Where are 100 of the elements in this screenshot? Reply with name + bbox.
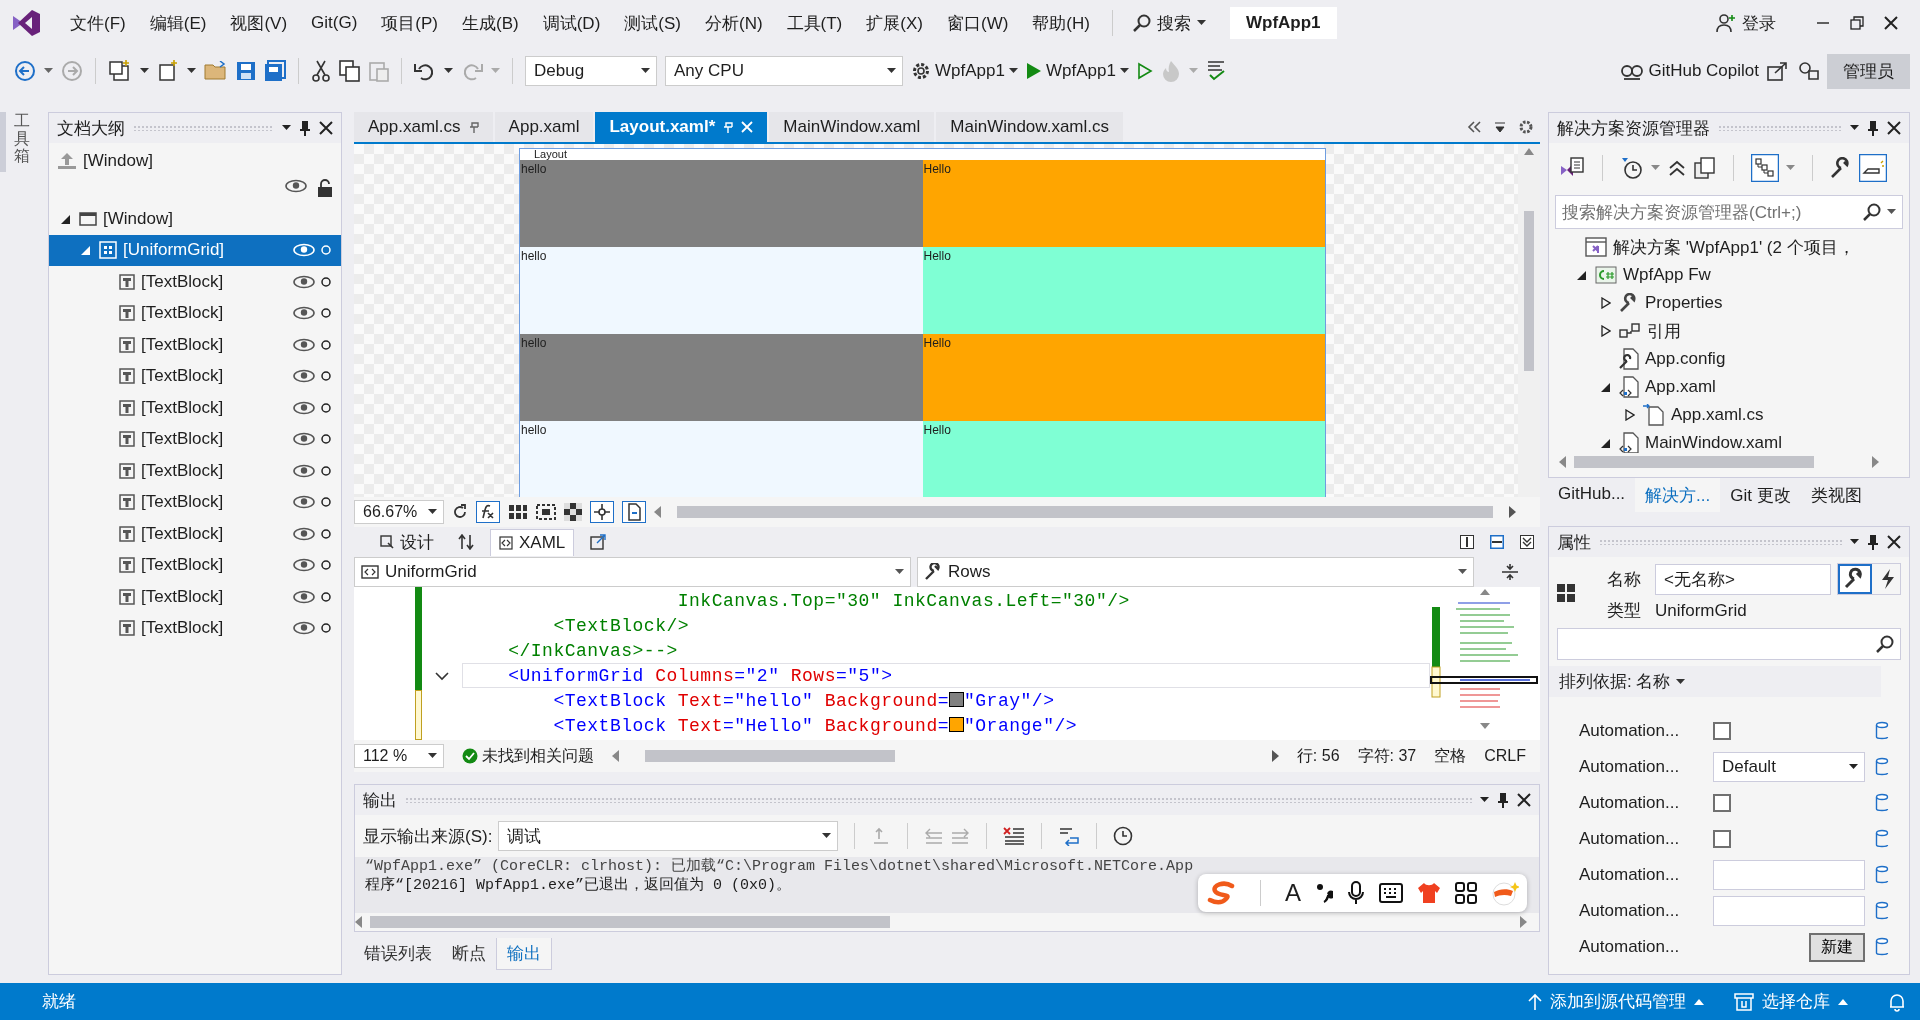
output-source-dropdown[interactable]: 调试 [498,821,839,851]
checkbox[interactable] [1713,794,1731,812]
eye-icon[interactable] [293,274,315,289]
lock-icon[interactable] [317,179,333,197]
outline-item[interactable]: [TextBlock] [49,297,341,329]
eye-icon[interactable] [293,589,315,604]
panel-tab[interactable]: GitHub... [1548,478,1636,512]
apps-grid-icon[interactable] [1455,882,1477,904]
caret-icon[interactable] [887,68,896,74]
caret-icon[interactable] [282,125,291,131]
save-icon[interactable] [236,61,256,81]
settings-icon[interactable] [1518,119,1534,135]
scroll-thumb[interactable] [1574,456,1814,468]
panel-tab[interactable]: 错误列表 [354,938,442,970]
lock-toggle-icon[interactable] [321,465,331,476]
swap-panes-icon[interactable] [458,534,474,550]
database-icon[interactable] [1875,901,1889,921]
collapsed-arrow-icon[interactable] [1601,297,1611,309]
value-field[interactable] [1713,860,1865,890]
menu-item[interactable]: 测试(S) [612,7,693,39]
lock-toggle-icon[interactable] [321,402,331,413]
solution-item[interactable]: App.config [1549,345,1909,373]
restore-icon[interactable] [1850,16,1864,30]
zoom-dropdown[interactable]: 112 % [354,744,444,768]
eye-icon[interactable] [293,306,315,321]
caret-icon[interactable] [428,509,437,515]
close-icon[interactable] [1887,121,1901,135]
toolbox-tab[interactable]: 工具箱 [14,112,30,983]
line-ending-status[interactable]: CRLF [1484,747,1526,765]
caret-icon[interactable] [1480,797,1489,803]
solution-item[interactable]: 解决方案 'WpfApp1' (2 个项目， [1549,233,1909,261]
function-icon[interactable] [476,501,500,523]
eye-icon[interactable] [293,432,315,447]
microphone-icon[interactable] [1347,881,1365,905]
preview-icon[interactable] [1859,154,1887,182]
document-icon[interactable] [622,501,646,523]
scroll-thumb[interactable] [370,916,890,928]
caret-icon[interactable] [1458,569,1467,575]
share-icon[interactable] [1767,61,1789,81]
scroll-thumb[interactable] [645,750,895,762]
tree-view-icon[interactable] [1751,154,1779,182]
outline-item[interactable]: [TextBlock] [49,392,341,424]
notification-bell-icon[interactable] [1888,991,1906,1012]
solution-item[interactable]: Properties [1549,289,1909,317]
caret-icon[interactable] [1676,678,1686,685]
pin-icon[interactable] [1497,792,1509,808]
element-dropdown[interactable]: UniformGrid [354,557,911,587]
document-tab[interactable]: MainWindow.xaml [769,112,935,142]
property-dropdown[interactable]: Rows [917,557,1474,587]
caret-icon[interactable] [428,753,437,759]
outline-item[interactable]: [TextBlock] [49,423,341,455]
scroll-left-icon[interactable] [1559,456,1566,468]
cut-icon[interactable] [311,60,331,82]
caret-icon[interactable] [1008,68,1018,74]
scroll-left-icon[interactable] [355,916,362,928]
wrench-icon[interactable] [1830,157,1852,179]
expanded-arrow-icon[interactable] [1601,437,1611,449]
database-icon[interactable] [1875,757,1889,777]
open-folder-icon[interactable] [204,61,228,81]
whitespace-status[interactable]: 空格 [1434,745,1467,767]
expanded-arrow-icon[interactable] [1577,269,1587,281]
caret-icon[interactable] [822,833,832,839]
eye-icon[interactable] [293,337,315,352]
word-wrap-icon[interactable] [1058,826,1081,846]
outline-item[interactable]: [TextBlock] [49,486,341,518]
outline-item[interactable]: [TextBlock] [49,581,341,613]
outline-item[interactable]: [TextBlock] [49,266,341,298]
copilot-button[interactable]: GitHub Copilot [1620,61,1759,81]
eye-icon[interactable] [293,526,315,541]
menu-item[interactable]: 帮助(H) [1020,7,1102,39]
lock-toggle-icon[interactable] [321,528,331,539]
punctuation-icon[interactable] [1315,882,1333,904]
outline-item[interactable]: [TextBlock] [49,360,341,392]
eye-icon[interactable] [293,558,315,573]
collapse-chevron-icon[interactable] [435,672,449,681]
value-dropdown[interactable]: Default [1713,752,1865,782]
menu-item[interactable]: 扩展(X) [854,7,935,39]
outline-item[interactable]: [Window] [49,203,341,235]
menu-item[interactable]: 工具(T) [774,7,855,39]
configuration-dropdown[interactable]: Debug [525,56,657,86]
horizontal-split-icon[interactable] [1490,535,1504,549]
name-field[interactable]: <无名称> [1655,563,1831,595]
grid-view-icon[interactable] [508,504,528,520]
scroll-up-icon[interactable] [1524,148,1534,155]
sign-in-button[interactable]: 登录 [1716,11,1776,35]
eye-icon[interactable] [293,495,315,510]
pin-icon[interactable] [299,120,311,136]
scroll-right-icon[interactable] [1872,456,1879,468]
solution-item[interactable]: App.xaml.cs [1549,401,1909,429]
close-icon[interactable] [1517,793,1531,807]
mascot-icon[interactable] [1491,880,1519,906]
document-tab[interactable]: App.xaml.cs [354,112,493,142]
checkbox[interactable] [1713,722,1731,740]
search-field[interactable]: 搜索解决方案资源管理器(Ctrl+;) [1555,195,1903,229]
start-debugging-button[interactable]: WpfApp1 [1025,61,1129,81]
refresh-icon[interactable] [452,504,468,520]
caret-icon[interactable] [1850,125,1859,131]
solution-item[interactable]: 引用 [1549,317,1909,345]
caret-icon[interactable] [1119,68,1129,74]
split-editor-icon[interactable] [1502,563,1518,581]
